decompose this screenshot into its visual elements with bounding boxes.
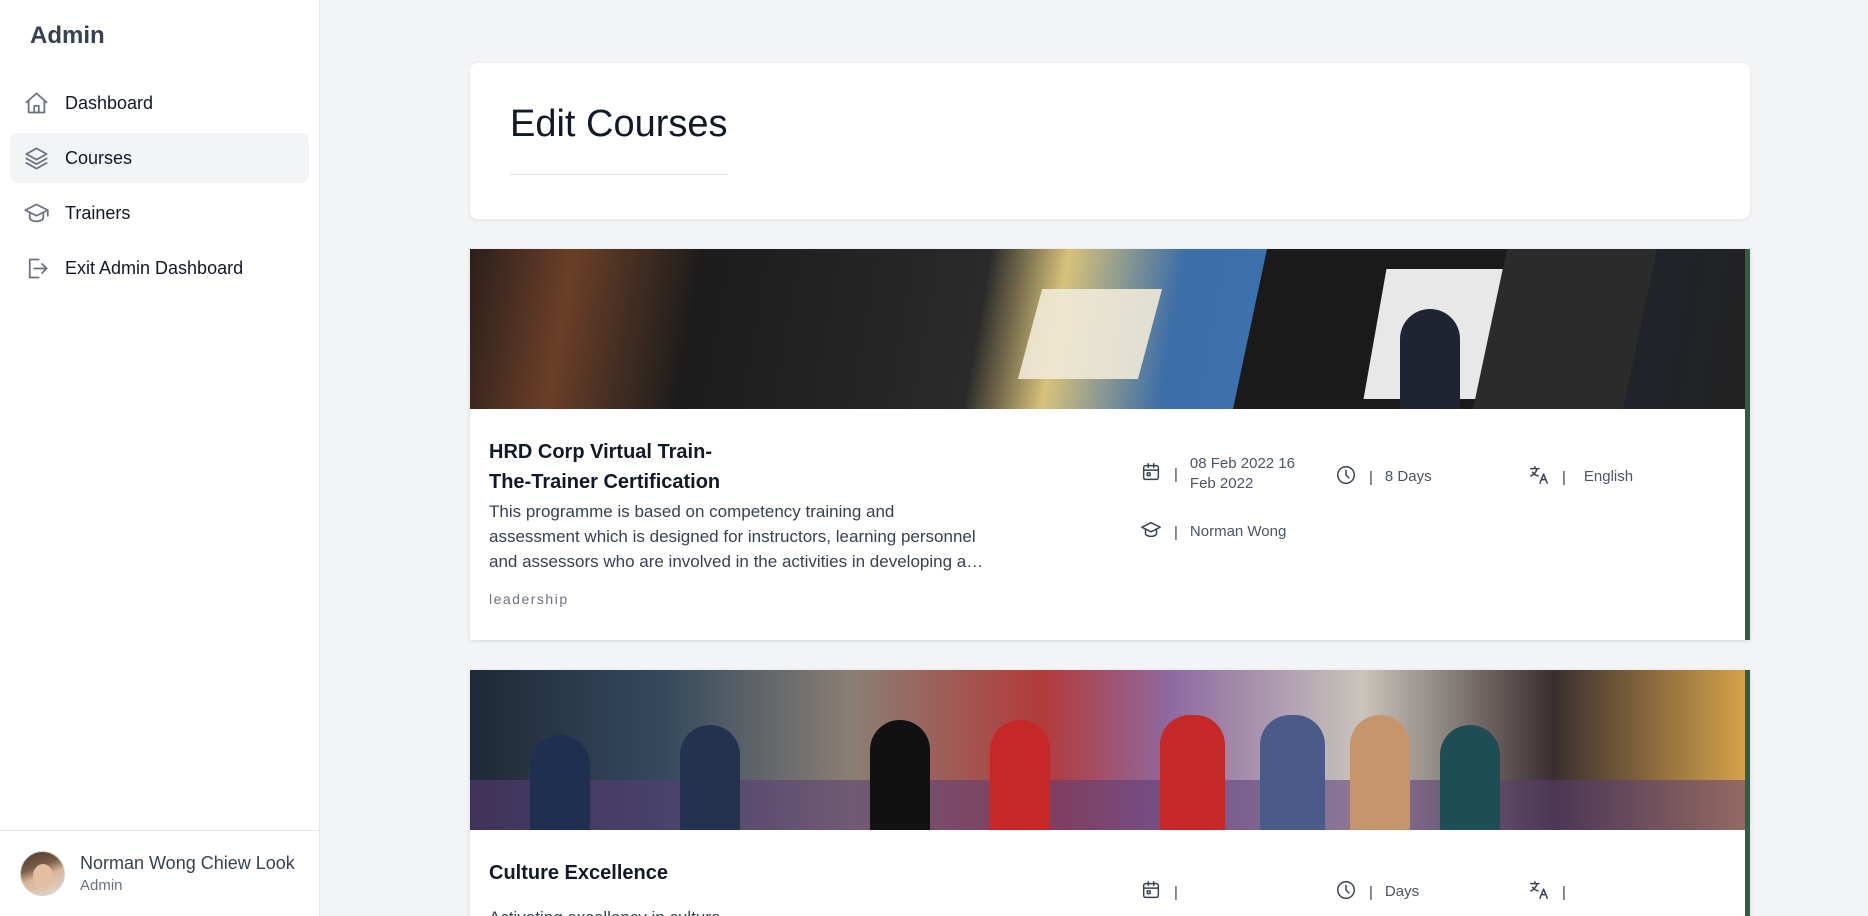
brand-title: Admin [30, 22, 105, 49]
layers-icon [22, 144, 50, 172]
page-header-card: Edit Courses [470, 63, 1750, 219]
avatar [20, 851, 65, 896]
sidebar-item-label: Trainers [65, 202, 131, 223]
course-language: | English [1528, 464, 1633, 490]
profile-name: Norman Wong Chiew Look [80, 853, 295, 873]
course-duration-text: Days [1384, 883, 1420, 900]
course-description: This programme is based on competency tr… [489, 502, 984, 571]
profile-role: Admin [80, 877, 123, 894]
course-description: Activating excellency in culture [489, 905, 989, 916]
course-language-text: English [1583, 468, 1634, 485]
clock-icon [1335, 464, 1357, 490]
sidebar-item-trainers[interactable]: Trainers [10, 188, 309, 238]
course-date-text: 08 Feb 2022 16 Feb 2022 [1189, 455, 1295, 492]
course-duration: | Days [1335, 879, 1419, 905]
sidebar-item-label: Dashboard [65, 92, 154, 113]
course-banner-image [470, 249, 1745, 409]
translate-icon [1528, 879, 1550, 905]
sidebar-nav: Dashboard Courses Trainers Exit Admin Da… [10, 78, 309, 298]
course-tag: leadership [489, 591, 569, 607]
course-card[interactable]: HRD Corp Virtual Train-The-Trainer Certi… [470, 249, 1750, 640]
sidebar-item-exit[interactable]: Exit Admin Dashboard [10, 243, 309, 293]
graduation-cap-icon [22, 199, 50, 227]
course-banner-image [470, 670, 1745, 830]
course-duration: | 8 Days [1335, 464, 1432, 490]
calendar-icon [1140, 879, 1162, 905]
clock-icon [1335, 879, 1357, 905]
sidebar-item-label: Courses [65, 147, 133, 168]
calendar-icon [1140, 461, 1162, 487]
course-trainer-text: Norman Wong [1189, 523, 1287, 540]
course-date: | 08 Feb 2022 16 Feb 2022 [1140, 454, 1300, 494]
sidebar-item-label: Exit Admin Dashboard [65, 257, 244, 278]
sidebar-item-dashboard[interactable]: Dashboard [10, 78, 309, 128]
graduation-cap-icon [1140, 519, 1162, 545]
course-title: Culture Excellence [489, 862, 668, 884]
home-icon [22, 89, 50, 117]
sidebar-item-courses[interactable]: Courses [10, 133, 309, 183]
user-profile[interactable]: Norman Wong Chiew Look Admin [0, 830, 319, 916]
course-language: | [1528, 879, 1578, 905]
course-trainer: | Norman Wong [1140, 519, 1286, 545]
translate-icon [1528, 464, 1550, 490]
page-title: Edit Courses [510, 103, 728, 175]
sidebar: Admin Dashboard Courses Trainers Exit Ad… [0, 0, 320, 916]
course-duration-text: 8 Days [1384, 468, 1432, 485]
course-date: | [1140, 879, 1190, 905]
exit-icon [22, 254, 50, 282]
course-card[interactable]: Culture Excellence Activating excellency… [470, 670, 1750, 916]
course-title: HRD Corp Virtual Train-The-Trainer Certi… [489, 441, 721, 493]
